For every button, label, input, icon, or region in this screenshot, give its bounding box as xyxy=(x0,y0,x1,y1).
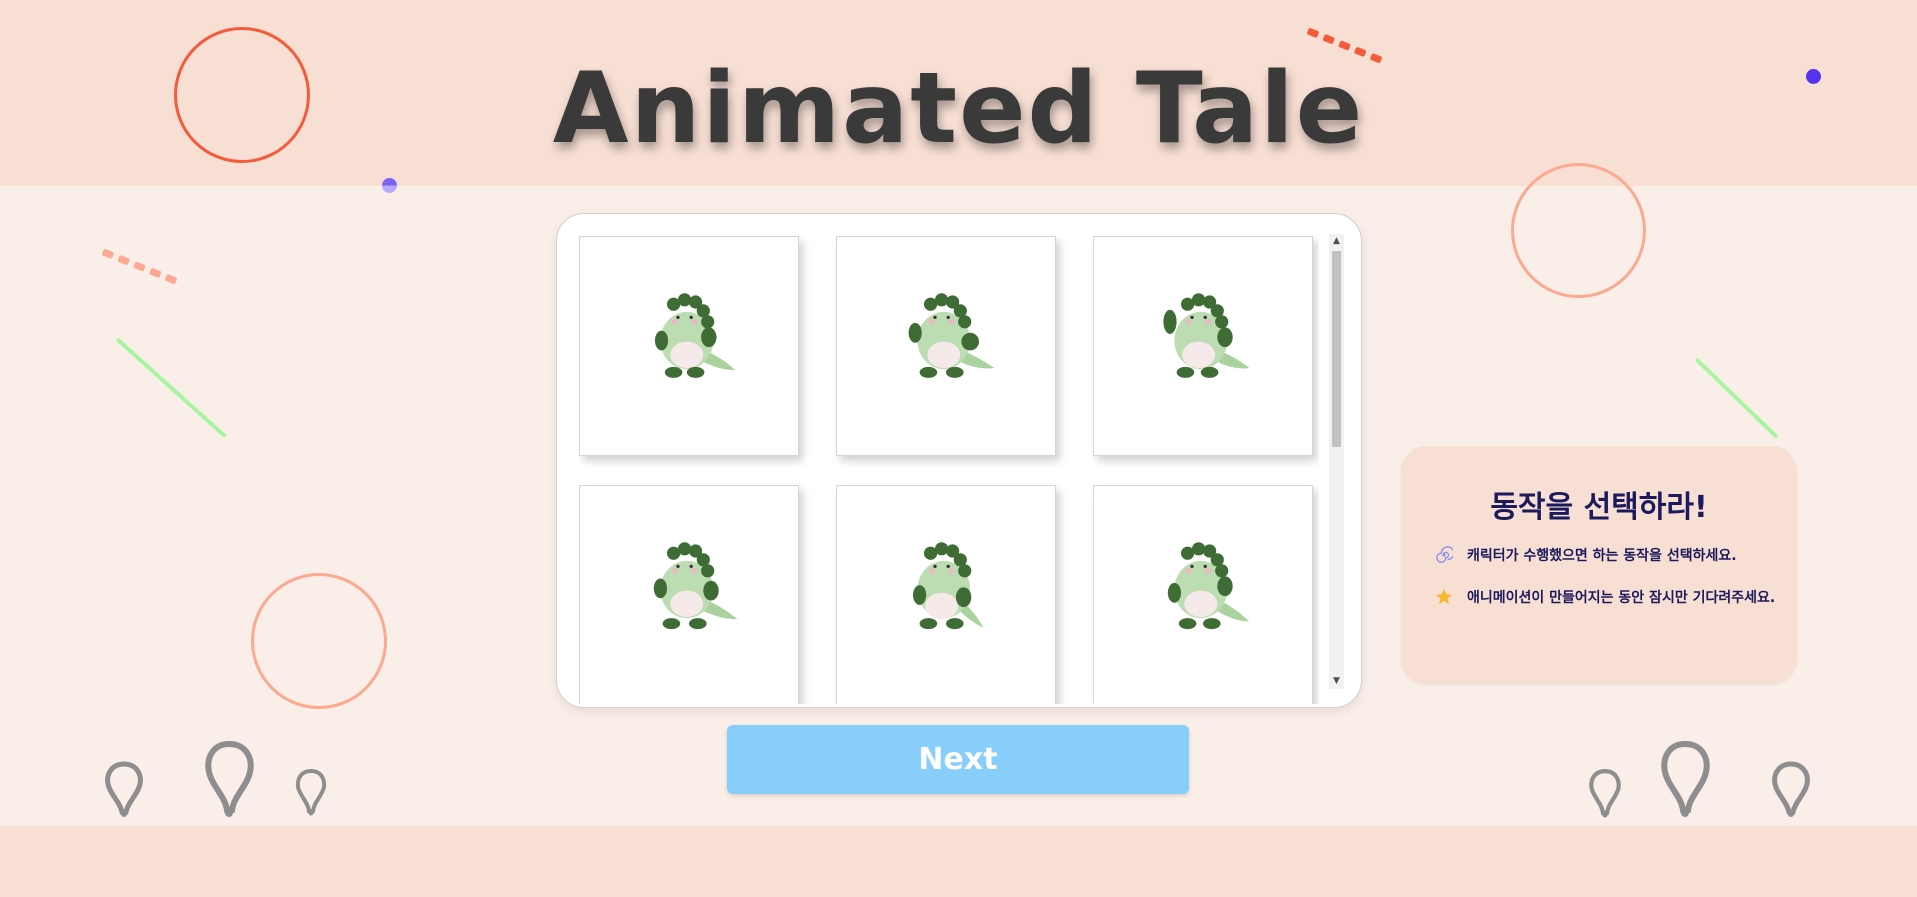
balloon-icon xyxy=(295,768,327,816)
decor-dot-half-purple xyxy=(382,178,397,193)
balloon-icon xyxy=(105,761,143,817)
dino-character-icon xyxy=(653,542,738,630)
decor-dot-purple xyxy=(1806,69,1821,84)
dino-character-icon xyxy=(1167,542,1250,630)
decor-stripes-left xyxy=(101,248,178,285)
pose-grid-scrollbar[interactable]: ▲ ▼ xyxy=(1329,234,1344,689)
pose-card-3[interactable] xyxy=(1093,236,1313,456)
pose-card-6[interactable] xyxy=(1093,485,1313,704)
instruction-panel: 동작을 선택하라! 캐릭터가 수행했으면 하는 동작을 선택하세요. 애니메이션… xyxy=(1401,446,1797,684)
dino-character-icon xyxy=(908,293,995,378)
decor-line-green-right xyxy=(1694,357,1779,439)
pose-card-5[interactable] xyxy=(836,485,1056,704)
decor-ring-orange xyxy=(174,27,310,163)
pose-grid xyxy=(579,236,1319,704)
scroll-up-arrow-icon[interactable]: ▲ xyxy=(1329,234,1344,249)
decor-line-green-left xyxy=(115,337,227,439)
decor-ring-peach-right xyxy=(1511,163,1646,298)
balloon-icon xyxy=(1772,761,1810,817)
pose-card-2[interactable] xyxy=(836,236,1056,456)
pose-grid-viewport[interactable] xyxy=(579,236,1319,704)
spiral-icon xyxy=(1436,546,1453,563)
instruction-item-2: 애니메이션이 만들어지는 동안 잠시만 기다려주세요. xyxy=(1435,587,1775,607)
star-icon xyxy=(1435,588,1453,605)
instruction-text: 애니메이션이 만들어지는 동안 잠시만 기다려주세요. xyxy=(1467,590,1776,606)
footer-band xyxy=(0,826,1917,897)
dino-character-icon xyxy=(654,293,736,378)
pose-card-4[interactable] xyxy=(579,485,799,704)
next-button[interactable]: Next xyxy=(727,725,1189,794)
dino-character-icon xyxy=(913,542,984,630)
instruction-title: 동작을 선택하라! xyxy=(1490,490,1708,525)
instruction-text: 캐릭터가 수행했으면 하는 동작을 선택하세요. xyxy=(1467,548,1737,564)
balloon-icon xyxy=(205,740,254,817)
scrollbar-thumb[interactable] xyxy=(1332,251,1341,447)
decor-ring-peach-left xyxy=(251,573,387,709)
balloon-icon xyxy=(1589,769,1621,818)
dino-character-icon xyxy=(1163,293,1250,378)
instruction-item-1: 캐릭터가 수행했으면 하는 동작을 선택하세요. xyxy=(1435,545,1737,565)
balloon-icon xyxy=(1661,740,1710,817)
pose-selection-panel: ▲ ▼ xyxy=(556,213,1362,708)
pose-card-1[interactable] xyxy=(579,236,799,456)
scroll-down-arrow-icon[interactable]: ▼ xyxy=(1329,674,1344,689)
